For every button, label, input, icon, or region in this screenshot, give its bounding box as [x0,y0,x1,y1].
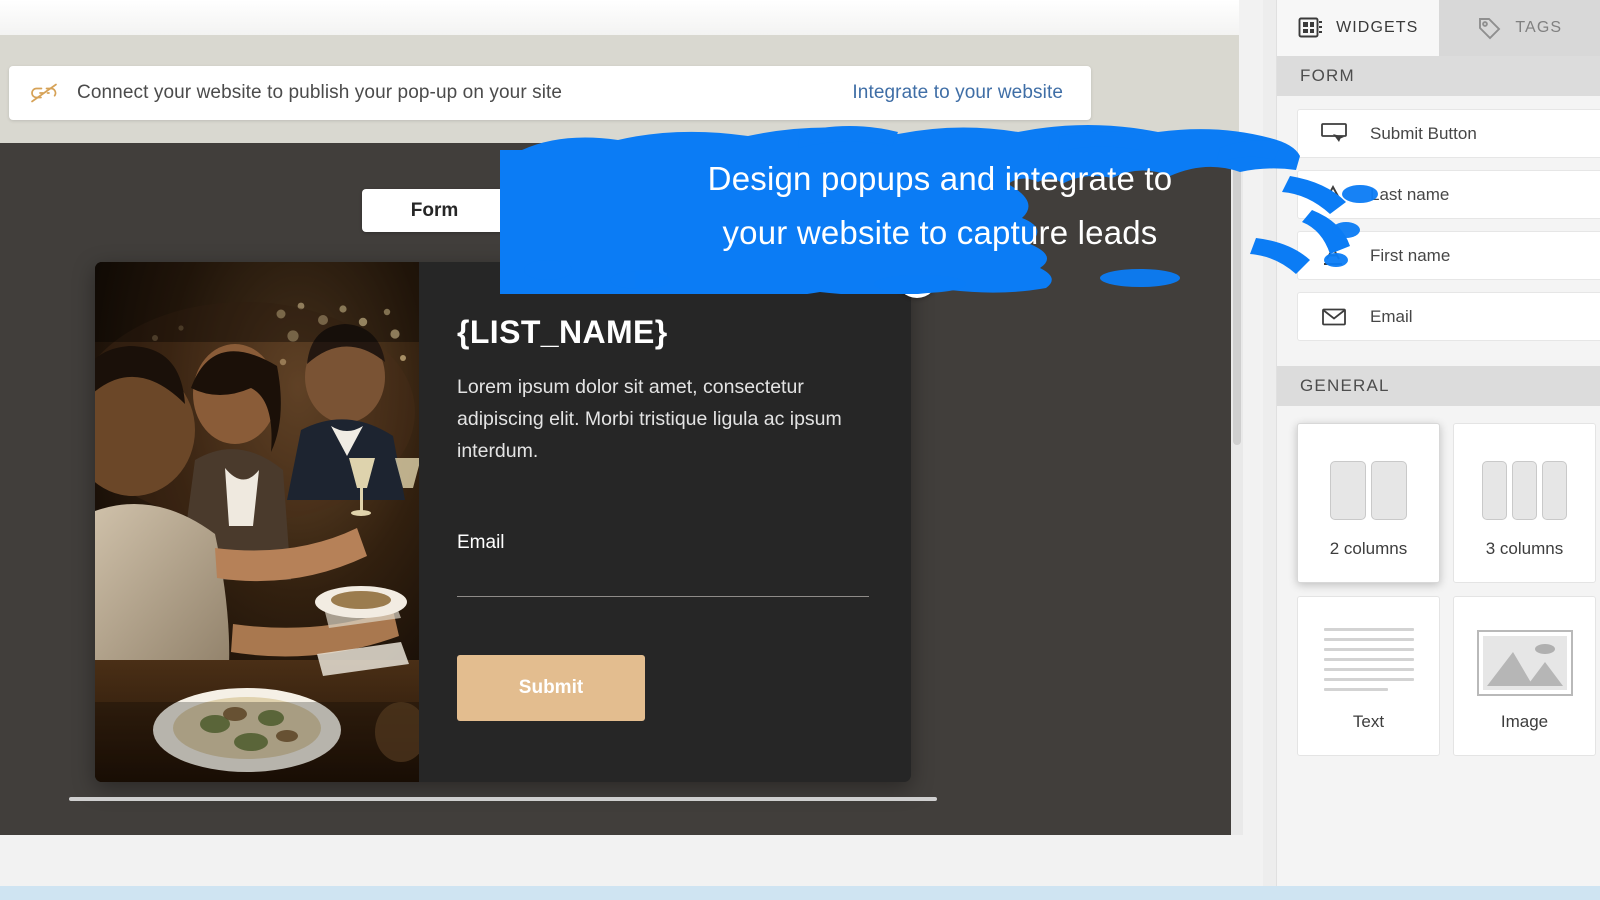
canvas-divider-rule [69,797,937,801]
widget-last-name[interactable]: Last name [1297,170,1600,219]
two-columns-icon [1330,447,1407,533]
widget-image[interactable]: Image [1453,596,1596,756]
tag-icon [1476,15,1503,42]
tile-label: Image [1501,712,1548,732]
submit-button[interactable]: Submit [457,655,645,721]
widget-label: Submit Button [1370,124,1477,144]
popup-image [95,262,419,782]
widgets-panel: WIDGETS TAGS FORM [1276,0,1600,900]
notice-message: Connect your website to publish your pop… [77,82,562,104]
canvas-scrollbar[interactable] [1231,143,1243,835]
widget-email[interactable]: Email [1297,292,1600,341]
widget-submit-button[interactable]: Submit Button [1297,109,1600,158]
three-columns-icon [1482,447,1567,533]
image-placeholder-icon [1477,620,1573,706]
popup-title: {LIST_NAME} [457,314,869,351]
tab-form[interactable]: Form [362,189,507,232]
popup-card: {LIST_NAME} Lorem ipsum dolor sit amet, … [95,262,911,782]
popup-content: {LIST_NAME} Lorem ipsum dolor sit amet, … [419,262,911,782]
widgets-grid-icon [1297,15,1324,42]
section-body-form: Submit Button Last name [1277,96,1600,366]
widget-two-columns[interactable]: 2 columns [1297,423,1440,583]
broken-link-icon [27,81,61,105]
tile-label: Text [1353,712,1384,732]
envelope-icon [1320,304,1350,330]
tab-widgets-label: WIDGETS [1336,19,1418,37]
popup-editor-screen: Connect your website to publish your pop… [0,0,1600,900]
tab-widgets[interactable]: WIDGETS [1277,0,1439,56]
tab-success[interactable]: Success [507,189,652,232]
section-header-general: GENERAL [1277,366,1600,406]
popup-description: Lorem ipsum dolor sit amet, consectetur … [457,371,857,468]
tile-label: 3 columns [1486,539,1563,559]
tab-tags-label: TAGS [1515,19,1562,37]
widget-label: Email [1370,307,1413,327]
email-input-underline[interactable] [457,596,869,597]
integrate-to-website-link[interactable]: Integrate to your website [852,82,1073,104]
panel-gutter [1263,0,1276,886]
popup-close-button[interactable] [896,256,938,298]
widget-text[interactable]: Text [1297,596,1440,756]
canvas-scrollbar-thumb[interactable] [1233,145,1241,445]
general-widget-grid: 2 columns 3 columns Text [1277,406,1600,756]
section-header-form: FORM [1277,56,1600,96]
first-name-text-icon [1320,243,1350,269]
email-field-label: Email [457,532,869,554]
tab-tags[interactable]: TAGS [1439,0,1600,56]
connect-website-notice: Connect your website to publish your pop… [9,66,1091,120]
panel-tab-bar: WIDGETS TAGS [1277,0,1600,56]
widget-three-columns[interactable]: 3 columns [1453,423,1596,583]
preview-mode-tabs: Form Success [362,189,652,232]
last-name-text-icon [1320,182,1350,208]
editor-area: Connect your website to publish your pop… [0,0,1276,900]
submit-button-icon [1320,121,1350,147]
widget-first-name[interactable]: First name [1297,231,1600,280]
widget-label: First name [1370,246,1450,266]
canvas-bottom-padding [0,835,1276,886]
text-lines-icon [1324,620,1414,706]
widget-label: Last name [1370,185,1449,205]
bottom-status-strip [0,886,1600,900]
editor-top-strip [0,0,1239,35]
tile-label: 2 columns [1330,539,1407,559]
